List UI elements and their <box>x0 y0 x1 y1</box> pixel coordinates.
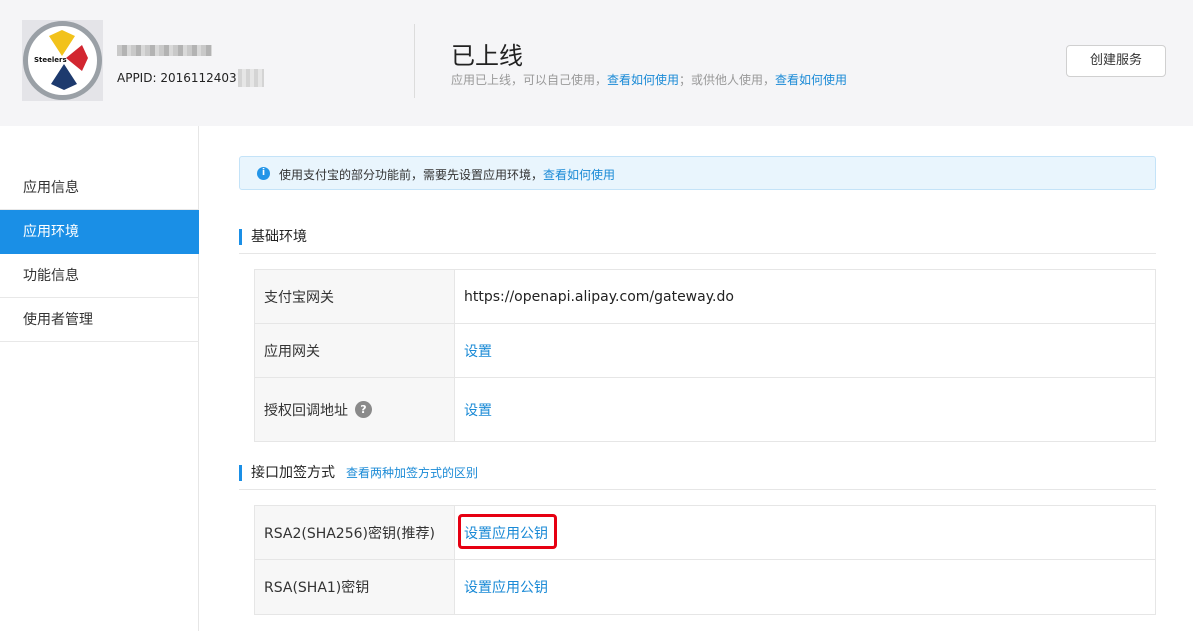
row-label-rsa: RSA(SHA1)密钥 <box>255 560 455 614</box>
how-to-use-self-link[interactable]: 查看如何使用 <box>607 73 679 87</box>
help-icon[interactable]: ? <box>355 401 372 418</box>
notice-how-to-link[interactable]: 查看如何使用 <box>543 168 615 182</box>
set-rsa-public-key-link[interactable]: 设置应用公钥 <box>464 560 548 614</box>
info-notice: i 使用支付宝的部分功能前，需要先设置应用环境，查看如何使用 <box>239 156 1156 190</box>
table-row: 支付宝网关 https://openapi.alipay.com/gateway… <box>255 270 1155 324</box>
table-row: RSA(SHA1)密钥 设置应用公钥 <box>255 560 1155 614</box>
info-icon: i <box>257 167 270 180</box>
row-label-alipay-gateway: 支付宝网关 <box>255 270 455 323</box>
row-label-app-gateway: 应用网关 <box>255 324 455 377</box>
logo-text: Steelers <box>34 56 67 64</box>
row-label-rsa2: RSA2(SHA256)密钥(推荐) <box>255 506 455 559</box>
app-header: Steelers APPID: 20161124031 已上线 应用已上线，可以… <box>0 0 1193 126</box>
set-auth-callback-link[interactable]: 设置 <box>464 378 492 441</box>
app-id: APPID: 20161124031 <box>117 71 245 85</box>
alipay-gateway-value: https://openapi.alipay.com/gateway.do <box>464 288 734 305</box>
notice-message: 使用支付宝的部分功能前，需要先设置应用环境， <box>279 168 544 182</box>
header-divider <box>414 24 415 98</box>
status-title: 已上线 <box>451 42 523 70</box>
section-divider <box>239 489 1156 490</box>
signing-diff-link[interactable]: 查看两种加签方式的区别 <box>346 466 478 480</box>
set-rsa2-public-key-link[interactable]: 设置应用公钥 <box>464 506 548 559</box>
status-desc-text: 应用已上线，可以自己使用， <box>451 73 608 87</box>
section-divider <box>239 253 1156 254</box>
steelers-logo-icon: Steelers <box>23 21 102 100</box>
sidebar-item-app-info[interactable]: 应用信息 <box>0 166 199 210</box>
notice-text: 使用支付宝的部分功能前，需要先设置应用环境，查看如何使用 <box>279 166 615 183</box>
create-service-button[interactable]: 创建服务 <box>1066 45 1166 77</box>
status-description: 应用已上线，可以自己使用，查看如何使用；或供他人使用，查看如何使用 <box>451 71 847 88</box>
sidebar-item-user-management[interactable]: 使用者管理 <box>0 298 199 342</box>
row-label-auth-callback: 授权回调地址? <box>255 378 455 441</box>
set-app-gateway-link[interactable]: 设置 <box>464 324 492 377</box>
basic-env-title: 基础环境 <box>251 229 307 245</box>
app-name-redacted <box>117 45 212 56</box>
table-row: 授权回调地址? 设置 <box>255 378 1155 441</box>
section-title-basic-env: 基础环境 <box>239 229 307 245</box>
table-row: RSA2(SHA256)密钥(推荐) 设置应用公钥 <box>255 506 1155 560</box>
signing-title: 接口加签方式 <box>251 465 335 481</box>
basic-env-table: 支付宝网关 https://openapi.alipay.com/gateway… <box>254 269 1156 442</box>
status-desc-mid: ；或供他人使用， <box>679 73 776 87</box>
section-title-signing: 接口加签方式 查看两种加签方式的区别 <box>239 465 478 481</box>
sidebar-item-feature-info[interactable]: 功能信息 <box>0 254 199 298</box>
auth-callback-label: 授权回调地址 <box>264 402 348 419</box>
sidebar: 应用信息 应用环境 功能信息 使用者管理 <box>0 126 199 631</box>
signing-table: RSA2(SHA256)密钥(推荐) 设置应用公钥 RSA(SHA1)密钥 设置… <box>254 505 1156 615</box>
table-row: 应用网关 设置 <box>255 324 1155 378</box>
app-logo: Steelers <box>22 20 103 101</box>
app-id-redaction <box>238 69 264 87</box>
sidebar-item-app-environment[interactable]: 应用环境 <box>0 210 199 254</box>
how-to-use-others-link[interactable]: 查看如何使用 <box>775 73 847 87</box>
